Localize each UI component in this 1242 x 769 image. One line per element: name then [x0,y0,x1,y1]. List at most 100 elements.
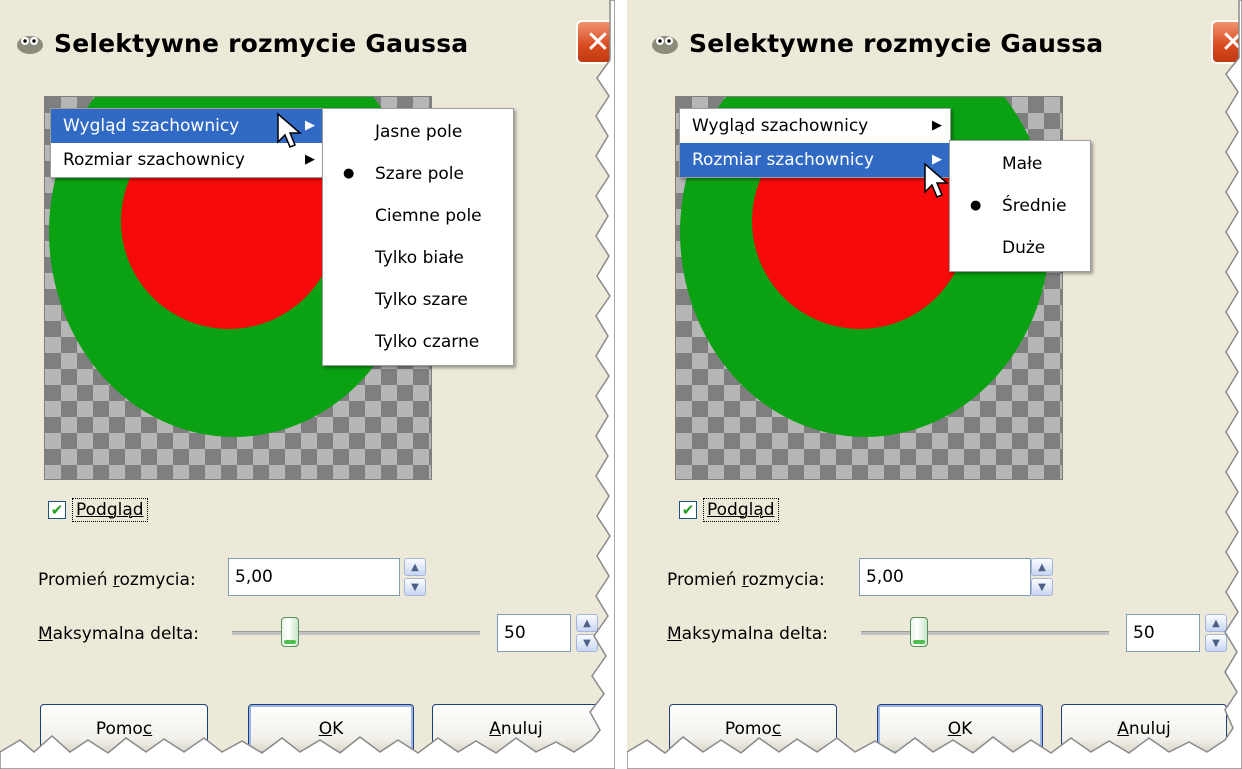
mnemonic-letter: A [489,719,501,739]
max-delta-input[interactable]: 50 [497,614,571,652]
button-label-part: nuluj [500,719,543,739]
preview-checkbox[interactable]: ✔ [48,501,66,519]
mouse-cursor-icon [277,112,303,148]
max-delta-slider-thumb[interactable] [281,617,300,647]
radius-input[interactable]: 5,00 [859,558,1031,596]
submenu-item-label: Średnie [1002,196,1067,216]
help-button[interactable]: Pomo c [669,704,837,754]
menu-item-checkerboard-size[interactable]: Rozmiar szachownicy ▶ [680,143,950,177]
mouse-cursor-icon [924,162,950,198]
preview-checkbox[interactable]: ✔ [679,501,697,519]
label-part: ozmycia: [119,570,196,590]
gimp-icon [652,36,678,54]
title-bar: Selektywne rozmycie Gaussa [14,18,574,68]
max-delta-slider-track[interactable] [232,631,480,635]
cancel-button[interactable]: Anuluj [432,704,600,754]
close-icon: ✕ [1220,24,1242,60]
button-label-part: nuluj [1128,719,1171,739]
preview-checkbox-row[interactable]: ✔ Podgląd [679,498,779,522]
label-part: Promień [38,570,113,590]
menu-item-checkerboard-style[interactable]: Wygląd szachownicy ▶ [680,109,950,143]
max-delta-spinner[interactable]: ▲ ▼ [1205,614,1227,652]
ok-button[interactable]: OK [248,704,414,754]
menu-item-label: Rozmiar szachownicy [692,150,874,170]
submenu-item-white-only[interactable]: Tylko białe [323,237,513,279]
mnemonic-letter: c [771,719,782,739]
preview-checkbox-row[interactable]: ✔ Podgląd [48,498,148,522]
submenu-arrow-icon: ▶ [305,118,315,133]
dialog-left: Selektywne rozmycie Gaussa ✕ Wygląd szac… [0,0,615,769]
spin-up-icon[interactable]: ▲ [404,558,426,576]
spin-down-icon[interactable]: ▼ [1205,634,1227,652]
mnemonic-letter: A [1117,719,1129,739]
submenu-item-light[interactable]: Jasne pole [323,111,513,153]
ok-button[interactable]: OK [877,704,1043,754]
checkerboard-style-submenu: Jasne pole ● Szare pole Ciemne pole Tylk… [322,108,514,366]
selected-bullet-icon: ● [970,198,982,213]
spin-down-icon[interactable]: ▼ [576,634,598,652]
menu-item-label: Rozmiar szachownicy [63,150,245,170]
submenu-item-medium[interactable]: ● Średnie [950,185,1090,227]
mnemonic-letter: M [667,624,682,644]
help-button[interactable]: Pomo c [40,704,208,754]
max-delta-label: Maksymalna delta: [667,624,828,644]
spin-up-icon[interactable]: ▲ [1205,614,1227,632]
spin-down-icon[interactable]: ▼ [1031,578,1053,596]
submenu-arrow-icon: ▶ [932,118,942,133]
radius-spinner[interactable]: ▲ ▼ [404,558,426,596]
gimp-icon [17,36,43,54]
submenu-item-gray[interactable]: ● Szare pole [323,153,513,195]
radius-label: Promień rozmycia: [38,570,196,590]
submenu-item-black-only[interactable]: Tylko czarne [323,321,513,363]
submenu-item-gray-only[interactable]: Tylko szare [323,279,513,321]
submenu-item-label: Jasne pole [375,122,463,142]
submenu-item-label: Tylko czarne [375,332,480,352]
submenu-item-small[interactable]: Małe [950,143,1090,185]
submenu-item-label: Tylko białe [375,248,464,268]
button-label-part: K [332,719,344,739]
checkerboard-size-submenu: Małe ● Średnie Duże [949,140,1091,272]
dialog-right: Selektywne rozmycie Gaussa ✕ Wygląd szac… [627,0,1242,769]
radius-input[interactable]: 5,00 [228,558,400,596]
label-part: Promień [667,570,742,590]
title-bar: Selektywne rozmycie Gaussa [649,18,1209,68]
submenu-item-label: Szare pole [375,164,464,184]
max-delta-label: Maksymalna delta: [38,624,199,644]
checkmark-icon: ✔ [681,500,695,519]
button-label-part: K [961,719,973,739]
mnemonic-letter: r [741,570,749,590]
submenu-item-label: Tylko szare [375,290,468,310]
close-button[interactable]: ✕ [576,20,615,64]
submenu-item-dark[interactable]: Ciemne pole [323,195,513,237]
submenu-item-label: Ciemne pole [375,206,482,226]
mnemonic-letter: O [947,719,962,739]
radius-label: Promień rozmycia: [667,570,825,590]
max-delta-slider-track[interactable] [861,631,1109,635]
mnemonic-letter: O [318,719,333,739]
submenu-item-label: Małe [1002,154,1043,174]
close-icon: ✕ [585,24,611,60]
max-delta-input[interactable]: 50 [1126,614,1200,652]
close-button[interactable]: ✕ [1211,20,1242,64]
dialog-title: Selektywne rozmycie Gaussa [54,28,469,58]
spin-up-icon[interactable]: ▲ [576,614,598,632]
mnemonic-letter: M [38,624,53,644]
submenu-item-large[interactable]: Duże [950,227,1090,269]
max-delta-slider-thumb[interactable] [910,617,929,647]
spin-down-icon[interactable]: ▼ [404,578,426,596]
checkmark-icon: ✔ [50,500,64,519]
button-label-part: Pomo [95,719,143,739]
selected-bullet-icon: ● [343,166,355,181]
max-delta-spinner[interactable]: ▲ ▼ [576,614,598,652]
menu-item-label: Wygląd szachownicy [692,116,869,136]
cancel-button[interactable]: Anuluj [1061,704,1227,754]
checkerboard-context-menu: Wygląd szachownicy ▶ Rozmiar szachownicy… [679,108,951,178]
dialog-title: Selektywne rozmycie Gaussa [689,28,1104,58]
label-part: ozmycia: [748,570,825,590]
preview-checkbox-label: Podgląd [72,498,148,522]
mnemonic-letter: c [142,719,153,739]
submenu-arrow-icon: ▶ [305,152,315,167]
label-part: aksymalna delta: [681,624,828,644]
spin-up-icon[interactable]: ▲ [1031,558,1053,576]
radius-spinner[interactable]: ▲ ▼ [1031,558,1053,596]
